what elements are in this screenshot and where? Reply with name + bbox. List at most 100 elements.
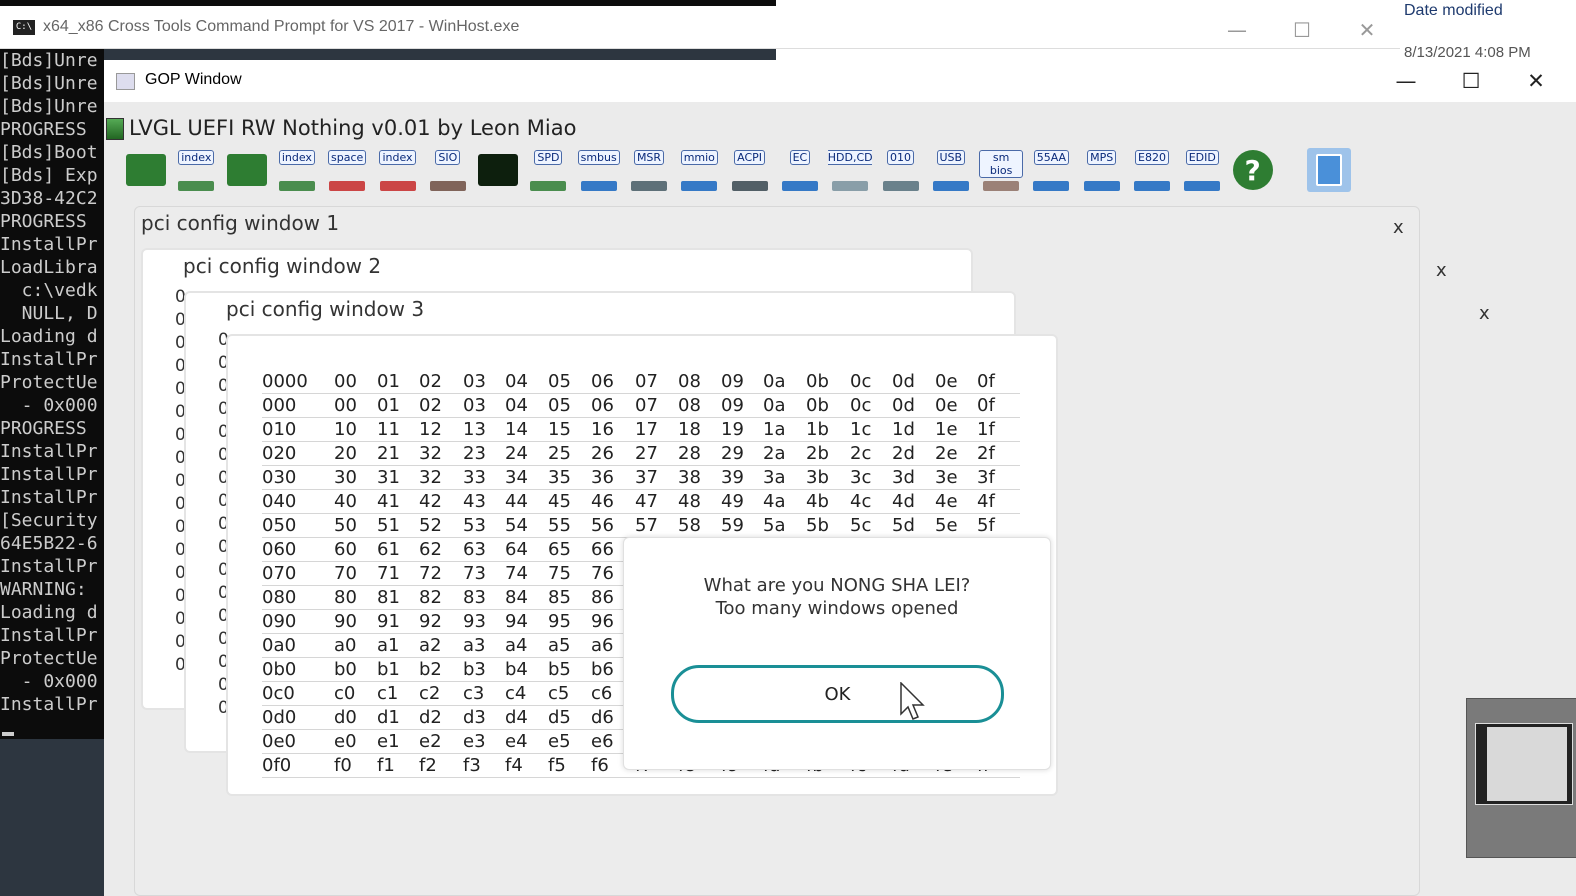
hex-cell[interactable]: e3 [463, 730, 486, 753]
hex-cell[interactable]: 48 [678, 490, 701, 513]
hex-cell[interactable]: 3a [763, 466, 785, 489]
hex-cell[interactable]: 0c [850, 370, 871, 393]
hex-cell[interactable]: 5f [977, 514, 995, 537]
hex-cell[interactable]: d2 [419, 706, 442, 729]
hex-cell[interactable]: 04 [505, 394, 528, 417]
hex-cell[interactable]: 01 [377, 370, 400, 393]
hex-cell[interactable]: a3 [463, 634, 485, 657]
hex-cell[interactable]: f3 [463, 754, 481, 777]
row-offset[interactable]: 090 [262, 610, 296, 633]
hex-cell[interactable]: 71 [377, 562, 400, 585]
hex-cell[interactable]: 23 [463, 442, 486, 465]
io-space-icon[interactable]: space [325, 148, 369, 194]
hex-cell[interactable]: b6 [591, 658, 614, 681]
hex-cell[interactable]: 1e [935, 418, 958, 441]
hex-cell[interactable]: 08 [678, 370, 701, 393]
hex-cell[interactable]: 1d [892, 418, 915, 441]
row-offset[interactable]: 050 [262, 514, 296, 537]
hex-cell[interactable]: 3d [892, 466, 915, 489]
hex-cell[interactable]: 3c [850, 466, 871, 489]
hex-cell[interactable]: 32 [419, 466, 442, 489]
hex-cell[interactable]: 4e [935, 490, 958, 513]
window-3-close-button[interactable]: x [1479, 303, 1490, 324]
memory-index-icon[interactable]: index [275, 148, 319, 194]
hex-cell[interactable]: 12 [419, 418, 442, 441]
hex-cell[interactable]: b2 [419, 658, 442, 681]
hex-cell[interactable]: 39 [721, 466, 744, 489]
hex-cell[interactable]: 07 [635, 370, 658, 393]
hex-cell[interactable]: e0 [334, 730, 357, 753]
hex-cell[interactable]: 26 [591, 442, 614, 465]
hex-cell[interactable]: 11 [377, 418, 400, 441]
hex-cell[interactable]: 4f [977, 490, 995, 513]
hex-cell[interactable]: 19 [721, 418, 744, 441]
mmio-icon[interactable]: mmio [677, 148, 721, 194]
hex-cell[interactable]: f4 [505, 754, 523, 777]
hex-cell[interactable]: 84 [505, 586, 528, 609]
row-offset[interactable]: 0d0 [262, 706, 296, 729]
hex-cell[interactable]: 92 [419, 610, 442, 633]
hex-cell[interactable]: 5d [892, 514, 915, 537]
hex-cell[interactable]: 56 [591, 514, 614, 537]
hex-cell[interactable]: e4 [505, 730, 528, 753]
hex-cell[interactable]: 1f [977, 418, 995, 441]
hex-cell[interactable]: 83 [463, 586, 486, 609]
console-maximize-button[interactable]: ☐ [1279, 12, 1325, 48]
hex-cell[interactable]: 3f [977, 466, 995, 489]
hex-cell[interactable]: 85 [548, 586, 571, 609]
hex-cell[interactable]: 54 [505, 514, 528, 537]
hex-cell[interactable]: 34 [505, 466, 528, 489]
row-offset[interactable]: 000 [262, 394, 296, 417]
hex-cell[interactable]: 02 [419, 370, 442, 393]
hex-cell[interactable]: 2a [763, 442, 785, 465]
55aa-icon[interactable]: 55AA [1029, 148, 1073, 194]
hex-cell[interactable]: 4d [892, 490, 915, 513]
row-offset[interactable]: 040 [262, 490, 296, 513]
exit-icon[interactable] [1307, 148, 1351, 192]
hex-cell[interactable]: a2 [419, 634, 441, 657]
hex-cell[interactable]: 17 [635, 418, 658, 441]
hex-cell[interactable]: 0f [977, 370, 995, 393]
hex-cell[interactable]: b0 [334, 658, 357, 681]
hex-cell[interactable]: a5 [548, 634, 570, 657]
hex-cell[interactable]: 36 [591, 466, 614, 489]
hex-cell[interactable]: d1 [377, 706, 400, 729]
hex-cell[interactable]: 95 [548, 610, 571, 633]
hex-cell[interactable]: 27 [635, 442, 658, 465]
hex-cell[interactable]: 05 [548, 370, 571, 393]
hex-cell[interactable]: 06 [591, 370, 614, 393]
hex-cell[interactable]: f2 [419, 754, 437, 777]
console-close-button[interactable]: ✕ [1344, 12, 1390, 48]
pci-icon[interactable] [124, 148, 168, 192]
hex-cell[interactable]: 10 [334, 418, 357, 441]
row-offset[interactable]: 020 [262, 442, 296, 465]
hex-cell[interactable]: f5 [548, 754, 566, 777]
hex-cell[interactable]: 59 [721, 514, 744, 537]
sio-icon[interactable]: SIO [426, 148, 470, 194]
hex-cell[interactable]: 93 [463, 610, 486, 633]
hex-cell[interactable]: 49 [721, 490, 744, 513]
help-icon[interactable]: ? [1231, 148, 1275, 192]
hex-cell[interactable]: 70 [334, 562, 357, 585]
hex-cell[interactable]: 55 [548, 514, 571, 537]
row-offset[interactable]: 0e0 [262, 730, 296, 753]
hex-cell[interactable]: c3 [463, 682, 484, 705]
row-offset[interactable]: 0f0 [262, 754, 291, 777]
hex-cell[interactable]: 14 [505, 418, 528, 441]
hex-cell[interactable]: 0e [935, 394, 958, 417]
hex-cell[interactable]: 00 [334, 394, 357, 417]
hex-cell[interactable]: 75 [548, 562, 571, 585]
hex-cell[interactable]: b4 [505, 658, 528, 681]
hex-cell[interactable]: 07 [635, 394, 658, 417]
hex-cell[interactable]: 0a [763, 370, 785, 393]
hex-cell[interactable]: 44 [505, 490, 528, 513]
hex-cell[interactable]: 63 [463, 538, 486, 561]
mps-icon[interactable]: MPS [1080, 148, 1124, 194]
hex-cell[interactable]: 5e [935, 514, 958, 537]
hex-cell[interactable]: 72 [419, 562, 442, 585]
memory-icon[interactable] [225, 148, 269, 192]
hex-cell[interactable]: 0c [850, 394, 871, 417]
io-index-icon[interactable]: index [376, 148, 420, 194]
console-minimize-button[interactable]: — [1214, 12, 1260, 48]
hex-cell[interactable]: 13 [463, 418, 486, 441]
